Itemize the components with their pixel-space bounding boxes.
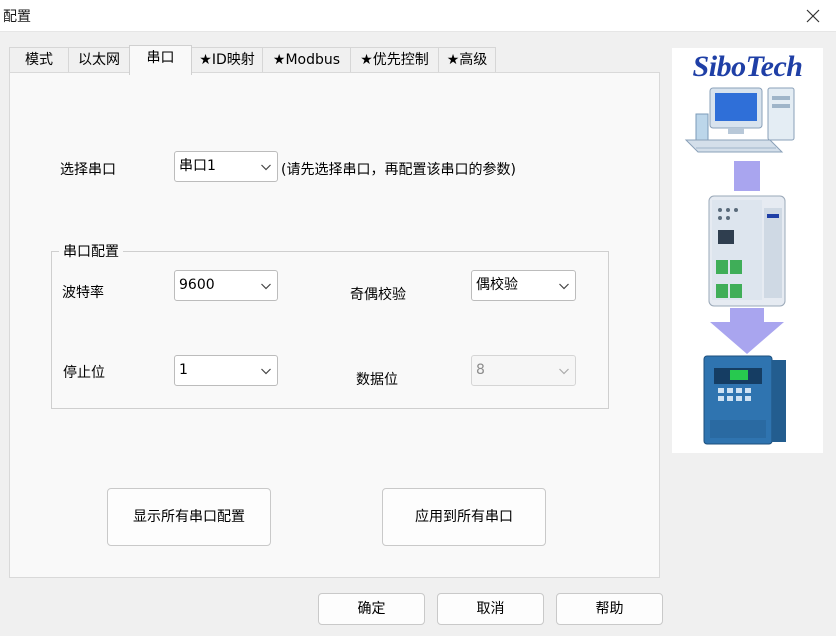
baud-rate-dropdown[interactable]: 9600	[174, 270, 278, 301]
cancel-button[interactable]: 取消	[437, 593, 544, 625]
network-diagram-illustration	[684, 87, 795, 445]
stop-bits-label: 停止位	[63, 365, 105, 381]
help-button[interactable]: 帮助	[556, 593, 663, 625]
tab-priority-control[interactable]: ★优先控制	[350, 47, 439, 73]
gateway-device-icon	[708, 195, 786, 307]
chevron-down-icon	[261, 368, 271, 375]
stop-bits-value: 1	[179, 362, 188, 378]
data-bits-value: 8	[476, 362, 485, 378]
window-title: 配置	[3, 9, 31, 25]
apply-to-all-ports-button[interactable]: 应用到所有串口	[382, 488, 546, 546]
tab-modbus[interactable]: ★Modbus	[262, 47, 351, 73]
parity-dropdown[interactable]: 偶校验	[471, 270, 576, 301]
stop-bits-dropdown[interactable]: 1	[174, 355, 278, 386]
close-icon	[806, 9, 820, 23]
device-illustration: SiboTech	[672, 48, 823, 453]
chevron-down-icon	[559, 283, 569, 290]
arrow-down-icon	[710, 308, 784, 354]
port-select-hint: (请先选择串口，再配置该串口的参数)	[281, 162, 516, 178]
tab-mode[interactable]: 模式	[9, 47, 69, 73]
data-bits-label: 数据位	[356, 372, 398, 388]
parity-value: 偶校验	[476, 277, 518, 293]
ok-button[interactable]: 确定	[318, 593, 425, 625]
port-select-dropdown[interactable]: 串口1	[174, 151, 278, 182]
port-select-label: 选择串口	[60, 162, 116, 178]
computer-icon	[684, 87, 795, 153]
show-all-port-config-button[interactable]: 显示所有串口配置	[107, 488, 271, 546]
port-select-value: 串口1	[179, 158, 216, 174]
tab-id-mapping[interactable]: ★ID映射	[191, 47, 263, 73]
parity-label: 奇偶校验	[350, 287, 406, 303]
tab-serial[interactable]: 串口	[129, 45, 192, 75]
baud-rate-value: 9600	[179, 277, 215, 293]
chevron-down-icon	[261, 164, 271, 171]
title-bar: 配置	[0, 0, 836, 32]
data-bits-dropdown: 8	[471, 355, 576, 386]
serial-config-group-title: 串口配置	[59, 241, 123, 261]
arrow-down-icon	[734, 161, 760, 191]
baud-rate-label: 波特率	[62, 285, 104, 301]
tab-ethernet[interactable]: 以太网	[68, 47, 130, 73]
close-button[interactable]	[790, 0, 836, 32]
tab-advanced[interactable]: ★高级	[438, 47, 496, 73]
chevron-down-icon	[261, 283, 271, 290]
inverter-device-icon	[703, 355, 786, 445]
serial-tab-panel: 选择串口 串口1 (请先选择串口，再配置该串口的参数) 串口配置 波特率 960…	[9, 72, 660, 578]
chevron-down-icon	[559, 368, 569, 375]
